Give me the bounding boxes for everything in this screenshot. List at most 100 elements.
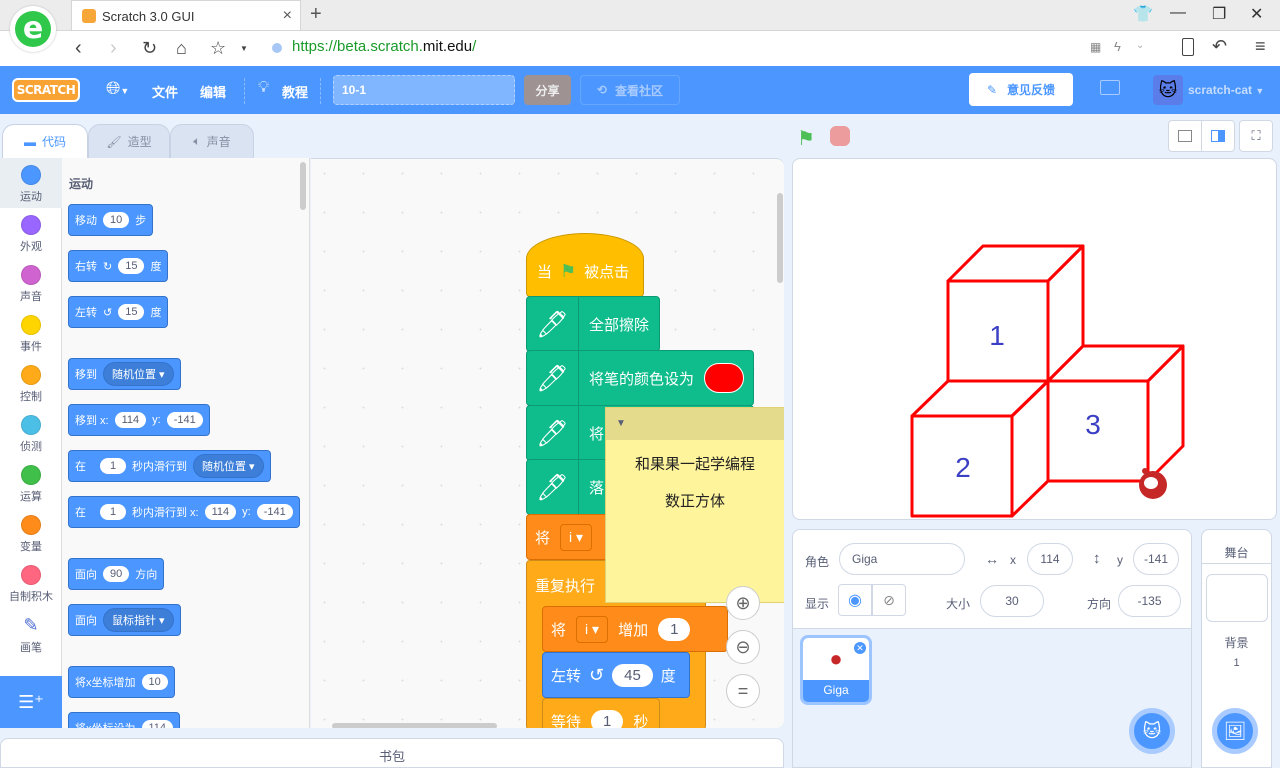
minimize-icon[interactable]: —: [1170, 4, 1186, 22]
block-input[interactable]: 1: [591, 709, 624, 728]
block-input[interactable]: 1: [100, 458, 126, 474]
undo-icon[interactable]: ↶: [1212, 36, 1227, 57]
green-flag-button[interactable]: ⚑: [797, 126, 815, 151]
direction-input[interactable]: -135: [1118, 585, 1181, 617]
block-input[interactable]: 10: [141, 674, 168, 690]
palette-scrollbar[interactable]: [300, 162, 306, 210]
stop-button[interactable]: [830, 126, 850, 146]
my-stuff-folder-icon[interactable]: [1100, 80, 1120, 95]
browser-tab[interactable]: Scratch 3.0 GUI ×: [71, 0, 301, 31]
restore-icon[interactable]: ❐: [1212, 4, 1226, 24]
category-events[interactable]: 事件: [0, 308, 62, 358]
lightning-icon[interactable]: ϟ: [1114, 39, 1121, 54]
stage-thumbnail[interactable]: [1205, 574, 1268, 622]
block-input[interactable]: 10: [103, 212, 130, 228]
block-dropdown[interactable]: 随机位置 ▾: [193, 454, 264, 478]
chevron-down-icon[interactable]: ⌄: [1136, 40, 1144, 51]
reload-icon[interactable]: ↻: [142, 38, 157, 59]
comment-note[interactable]: ▼ 和果果一起学编程 数正方体: [605, 407, 784, 603]
block-input[interactable]: 15: [118, 258, 145, 274]
block-turn-left[interactable]: 左转 ↺ 15 度: [68, 296, 169, 328]
block-change-variable[interactable]: 将 i ▾ 增加 1: [542, 606, 728, 652]
close-tab-icon[interactable]: ×: [283, 7, 292, 25]
size-input[interactable]: 30: [980, 585, 1044, 617]
category-sound[interactable]: 声音: [0, 258, 62, 308]
workspace-horizontal-scrollbar[interactable]: [332, 723, 497, 728]
phone-icon[interactable]: [1182, 38, 1194, 56]
new-tab-button[interactable]: +: [310, 3, 322, 26]
block-set-x[interactable]: 将x坐标设为 114: [68, 712, 181, 728]
skin-icon[interactable]: 👕: [1133, 4, 1153, 24]
qr-icon[interactable]: ▦: [1090, 40, 1101, 54]
block-input[interactable]: 114: [114, 412, 147, 428]
see-community-button[interactable]: ⟲ 查看社区: [580, 75, 680, 105]
block-input[interactable]: 1: [658, 617, 691, 641]
giga-sprite[interactable]: [1139, 468, 1167, 499]
variable-dropdown[interactable]: i ▾: [560, 523, 593, 551]
block-erase-all[interactable]: 🖊︎ 全部擦除: [526, 296, 660, 352]
block-when-flag-clicked[interactable]: 当 ⚑ 被点击: [526, 233, 644, 297]
forward-icon[interactable]: ›: [110, 37, 117, 60]
pen-color-swatch[interactable]: [704, 363, 745, 393]
block-set-pen-color[interactable]: 🖊︎ 将笔的颜色设为: [526, 350, 754, 406]
category-control[interactable]: 控制: [0, 358, 62, 408]
x-input[interactable]: 114: [1027, 543, 1073, 575]
script-workspace[interactable]: 当 ⚑ 被点击 🖊︎ 全部擦除 🖊︎ 将笔的颜色设为 🖊︎ 将 🖊︎ 落 将i ▾ 重复执行…: [311, 158, 784, 728]
block-wait[interactable]: 等待 1 秒: [542, 698, 660, 728]
block-goto[interactable]: 移到 随机位置 ▾: [68, 358, 181, 390]
category-pen[interactable]: ✎ 画笔: [0, 608, 62, 658]
tab-costumes[interactable]: 🖌︎ 造型: [88, 124, 170, 158]
zoom-reset-button[interactable]: =: [726, 674, 760, 708]
star-dropdown-icon[interactable]: ▼: [240, 44, 248, 53]
category-my-blocks[interactable]: 自制积木: [0, 558, 62, 608]
delete-sprite-icon[interactable]: ✕: [853, 641, 867, 655]
block-input[interactable]: -141: [256, 504, 293, 520]
backpack[interactable]: 书包: [0, 738, 784, 768]
share-button[interactable]: 分享: [524, 75, 571, 105]
block-turn-right[interactable]: 右转 ↻ 15 度: [68, 250, 169, 282]
small-stage-button[interactable]: [1168, 120, 1202, 152]
block-goto-xy[interactable]: 移到 x: 114 y: -141: [68, 404, 210, 436]
block-input[interactable]: 15: [118, 304, 145, 320]
url-field[interactable]: https://beta.scratch.mit.edu/: [292, 38, 476, 55]
block-input[interactable]: -141: [166, 412, 203, 428]
block-move-steps[interactable]: 移动 10 步: [68, 204, 154, 236]
category-variables[interactable]: 变量: [0, 508, 62, 558]
site-info-icon[interactable]: [272, 43, 282, 53]
category-motion[interactable]: 运动: [0, 158, 62, 208]
zoom-in-button[interactable]: ⊕: [726, 586, 760, 620]
home-icon[interactable]: ⌂: [176, 38, 187, 59]
sprite-name-input[interactable]: Giga: [839, 543, 965, 575]
window-close-icon[interactable]: ✕: [1250, 4, 1263, 24]
project-title-input[interactable]: 10-1: [333, 75, 515, 105]
language-globe-icon[interactable]: 🌐︎▼: [106, 78, 129, 99]
tutorials-menu[interactable]: 教程: [282, 82, 308, 101]
add-backdrop-button[interactable]: 🖼︎: [1212, 708, 1258, 754]
fullscreen-button[interactable]: ⛶: [1239, 120, 1273, 152]
y-input[interactable]: -141: [1133, 543, 1179, 575]
block-turn-left-45[interactable]: 左转 ↺ 45 度: [542, 652, 690, 698]
back-icon[interactable]: ‹: [75, 37, 82, 60]
large-stage-button[interactable]: [1201, 120, 1235, 152]
file-menu[interactable]: 文件: [152, 82, 178, 101]
block-input[interactable]: 114: [141, 720, 174, 728]
workspace-vertical-scrollbar[interactable]: [777, 193, 783, 283]
scratch-logo[interactable]: SCRATCH: [12, 78, 80, 102]
block-dropdown[interactable]: 鼠标指针 ▾: [103, 608, 174, 632]
category-operators[interactable]: 运算: [0, 458, 62, 508]
block-input[interactable]: 90: [103, 566, 130, 582]
comment-collapse-icon[interactable]: ▼: [606, 408, 784, 440]
feedback-button[interactable]: ✎ 意见反馈: [969, 73, 1073, 106]
add-extension-button[interactable]: ☰⁺: [0, 676, 62, 728]
block-point-direction[interactable]: 面向 90 方向: [68, 558, 165, 590]
block-input[interactable]: 45: [612, 663, 653, 687]
username-menu[interactable]: scratch-cat ▼: [1188, 83, 1264, 97]
category-looks[interactable]: 外观: [0, 208, 62, 258]
menu-icon[interactable]: ≡: [1255, 36, 1266, 57]
category-sensing[interactable]: 侦测: [0, 408, 62, 458]
block-input[interactable]: 114: [204, 504, 237, 520]
block-input[interactable]: 1: [100, 504, 126, 520]
tab-sounds[interactable]: 🔈︎ 声音: [170, 124, 254, 158]
block-dropdown[interactable]: 随机位置 ▾: [103, 362, 174, 386]
avatar[interactable]: 🐱: [1153, 75, 1183, 105]
